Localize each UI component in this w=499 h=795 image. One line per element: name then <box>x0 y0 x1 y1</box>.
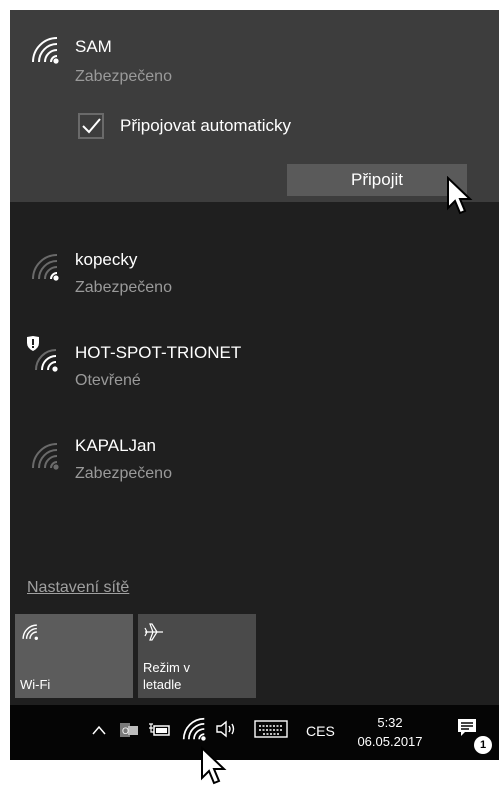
outlook-icon[interactable]: O <box>119 720 139 740</box>
auto-connect-label[interactable]: Připojovat automaticky <box>120 116 291 136</box>
mouse-pointer-icon <box>201 746 227 785</box>
wifi-icon <box>22 624 38 640</box>
wifi-tile-label: Wi-Fi <box>20 677 51 692</box>
taskbar: O CES 5:32 06.05.2017 1 <box>10 705 499 760</box>
mouse-pointer-icon <box>447 176 473 215</box>
network-ssid: SAM <box>75 37 112 56</box>
wifi-signal-icon <box>32 443 59 470</box>
auto-connect-checkbox[interactable] <box>78 113 104 139</box>
touch-keyboard-icon[interactable] <box>254 720 288 738</box>
network-settings-link[interactable]: Nastavení sítě <box>27 579 129 597</box>
wifi-quick-action[interactable]: Wi-Fi <box>15 614 133 698</box>
connect-button[interactable]: Připojit <box>287 164 467 196</box>
network-ssid: HOT-SPOT-TRIONET <box>75 343 242 362</box>
wifi-tray-icon[interactable] <box>181 717 207 741</box>
wifi-flyout: SAM Zabezpečeno Připojovat automaticky P… <box>10 10 499 705</box>
checkmark-icon <box>82 118 101 134</box>
clock-time: 5:32 <box>377 715 403 730</box>
input-language[interactable]: CES <box>306 723 335 739</box>
chevron-up-icon[interactable] <box>92 725 106 735</box>
svg-text:O: O <box>122 726 129 736</box>
network-item-selected[interactable]: SAM Zabezpečeno Připojovat automaticky P… <box>10 10 499 202</box>
open-network-shield-icon <box>27 336 58 372</box>
network-ssid: kopecky <box>75 250 138 269</box>
notification-count-badge: 1 <box>474 736 492 754</box>
system-clock[interactable]: 5:32 06.05.2017 <box>355 713 425 751</box>
power-plug-icon[interactable] <box>148 721 172 739</box>
network-status: Zabezpečeno <box>75 279 172 296</box>
network-ssid: KAPALJan <box>75 436 156 455</box>
airplane-tile-label: Režim v letadle <box>143 660 190 692</box>
wifi-signal-icon <box>32 254 59 281</box>
clock-date: 06.05.2017 <box>357 734 423 749</box>
network-status: Zabezpečeno <box>75 68 172 85</box>
airplane-icon <box>144 623 163 641</box>
network-status: Zabezpečeno <box>75 465 172 482</box>
airplane-mode-quick-action[interactable]: Režim v letadle <box>138 614 256 698</box>
volume-icon[interactable] <box>215 719 239 739</box>
network-status: Otevřené <box>75 372 141 389</box>
wifi-signal-icon <box>32 37 59 64</box>
